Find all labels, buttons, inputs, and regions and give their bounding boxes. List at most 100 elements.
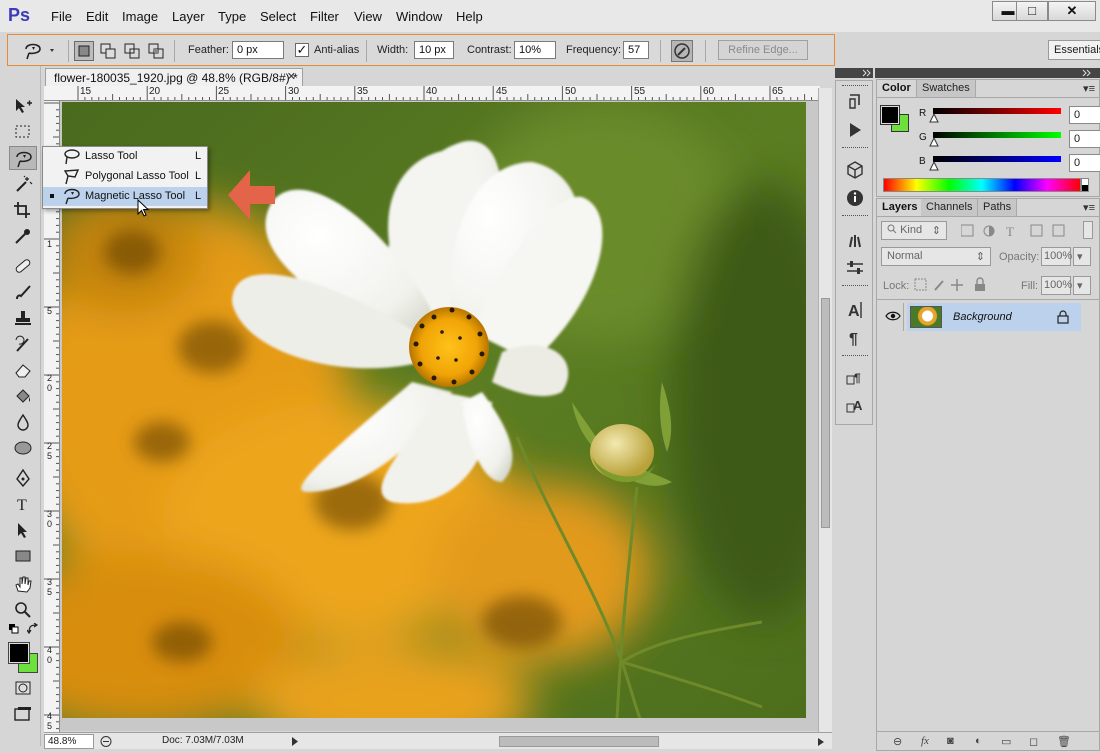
tool-preset-picker[interactable] [22, 40, 58, 62]
foreground-color-swatch[interactable] [8, 642, 30, 664]
3d-panel-icon[interactable] [844, 159, 866, 181]
menu-layer[interactable]: Layer [172, 9, 205, 24]
actions-panel-icon[interactable] [844, 119, 866, 141]
fill-dropdown[interactable]: ▾ [1073, 276, 1091, 295]
color-spectrum-ramp[interactable] [883, 178, 1081, 192]
layer-row-background[interactable]: Background [907, 303, 1081, 331]
panel-menu-icon[interactable]: ▾≡ [1083, 201, 1095, 214]
scroll-right-icon[interactable] [816, 737, 826, 747]
new-layer-icon[interactable]: ◻ [1029, 735, 1038, 748]
width-input[interactable]: 10 px [414, 41, 454, 59]
vertical-scrollbar[interactable] [818, 88, 832, 732]
subtract-from-selection-button[interactable] [122, 41, 142, 61]
marquee-tool[interactable] [9, 120, 37, 144]
pen-tool[interactable] [9, 466, 37, 490]
layer-style-icon[interactable]: fx [921, 735, 929, 747]
brush-presets-panel-icon[interactable] [844, 229, 866, 251]
blue-value-input[interactable]: 0 [1069, 154, 1100, 172]
lasso-tool[interactable] [9, 146, 37, 170]
opacity-dropdown[interactable]: ▾ [1073, 247, 1091, 266]
paragraph-panel-icon[interactable]: ¶ [844, 327, 866, 349]
green-slider-track[interactable] [933, 132, 1061, 138]
refine-edge-button[interactable]: Refine Edge... [718, 40, 808, 60]
flyout-item-polygonal-lasso[interactable]: Polygonal Lasso Tool L [43, 167, 207, 186]
red-slider-knob[interactable] [929, 113, 939, 123]
tab-paths[interactable]: Paths [978, 199, 1018, 216]
blue-slider-track[interactable] [933, 156, 1061, 162]
status-menu-icon[interactable] [99, 735, 113, 748]
panel-menu-icon[interactable]: ▾≡ [1083, 82, 1095, 95]
maximize-button[interactable]: □ [1016, 1, 1048, 21]
add-mask-icon[interactable]: ◙ [947, 735, 954, 747]
close-button[interactable]: ✕ [1048, 1, 1096, 21]
green-slider-knob[interactable] [929, 137, 939, 147]
tab-layers[interactable]: Layers [877, 199, 924, 216]
status-expand-icon[interactable] [290, 736, 300, 747]
panel-dock-header[interactable] [875, 68, 1100, 78]
new-selection-button[interactable] [74, 41, 94, 61]
adjustment-layer-icon[interactable]: ◐ [975, 735, 982, 747]
eye-icon[interactable] [885, 310, 901, 322]
fill-input[interactable]: 100% [1041, 276, 1072, 295]
black-white-ramp[interactable] [1081, 178, 1089, 192]
blur-tool[interactable] [9, 410, 37, 434]
add-to-selection-button[interactable] [98, 41, 118, 61]
feather-input[interactable]: 0 px [232, 41, 284, 59]
red-slider-track[interactable] [933, 108, 1061, 114]
quick-mask-button[interactable] [9, 676, 37, 700]
filter-toggle[interactable] [1083, 221, 1093, 239]
menu-file[interactable]: File [51, 9, 72, 24]
contrast-input[interactable]: 10% [514, 41, 556, 59]
tab-swatches[interactable]: Swatches [917, 80, 976, 97]
hand-tool[interactable] [9, 572, 37, 596]
character-panel-icon[interactable]: A [844, 299, 866, 321]
rectangle-tool[interactable] [9, 544, 37, 568]
opacity-input[interactable]: 100% [1041, 247, 1072, 266]
blend-mode-select[interactable]: Normal ⇕ [881, 247, 991, 266]
healing-brush-tool[interactable] [9, 254, 37, 278]
eraser-tool[interactable] [9, 358, 37, 382]
menu-image[interactable]: Image [122, 9, 158, 24]
quick-selection-tool[interactable] [9, 172, 37, 196]
flyout-item-lasso[interactable]: Lasso Tool L [43, 147, 207, 166]
filter-kind-select[interactable]: Kind ⇕ [881, 221, 947, 240]
move-tool[interactable] [9, 94, 37, 118]
path-selection-tool[interactable] [9, 518, 37, 542]
icon-strip-header[interactable] [835, 68, 873, 78]
menu-edit[interactable]: Edit [86, 9, 108, 24]
screen-mode-button[interactable] [9, 702, 37, 726]
horizontal-scroll-thumb[interactable] [499, 736, 659, 747]
flyout-item-magnetic-lasso[interactable]: Magnetic Lasso Tool L [43, 187, 207, 206]
lock-icons[interactable] [913, 277, 993, 293]
swap-colors-button[interactable] [26, 622, 39, 635]
tab-channels[interactable]: Channels [921, 199, 979, 216]
adjustments-panel-icon[interactable] [844, 257, 866, 279]
info-panel-icon[interactable] [844, 187, 866, 209]
history-panel-icon[interactable] [844, 91, 866, 113]
delete-layer-icon[interactable]: 🗑 [1057, 735, 1071, 748]
workspace-switcher[interactable]: Essentials [1048, 40, 1100, 60]
tablet-pressure-button[interactable] [671, 40, 693, 62]
character-styles-panel-icon[interactable]: A [844, 395, 866, 417]
menu-select[interactable]: Select [260, 9, 296, 24]
frequency-input[interactable]: 57 [623, 41, 649, 59]
paint-bucket-tool[interactable] [9, 384, 37, 408]
menu-type[interactable]: Type [218, 9, 246, 24]
history-brush-tool[interactable] [9, 332, 37, 356]
type-tool[interactable]: T [9, 492, 37, 516]
antialias-checkbox[interactable]: ✓ [295, 43, 309, 57]
zoom-level-field[interactable]: 48.8% [44, 734, 94, 749]
intersect-selection-button[interactable] [146, 41, 166, 61]
clone-stamp-tool[interactable] [9, 306, 37, 330]
menu-view[interactable]: View [354, 9, 382, 24]
menu-window[interactable]: Window [396, 9, 442, 24]
link-layers-icon[interactable]: ⊖ [893, 735, 902, 748]
zoom-tool[interactable] [9, 598, 37, 622]
red-value-input[interactable]: 0 [1069, 106, 1100, 124]
default-colors-button[interactable] [9, 624, 19, 634]
menu-filter[interactable]: Filter [310, 9, 339, 24]
document-tab[interactable]: flower-180035_1920.jpg @ 48.8% (RGB/8#) … [45, 68, 303, 87]
tab-color[interactable]: Color [877, 80, 917, 97]
close-document-icon[interactable]: ✕ [287, 70, 296, 83]
vertical-scroll-thumb[interactable] [821, 298, 830, 528]
